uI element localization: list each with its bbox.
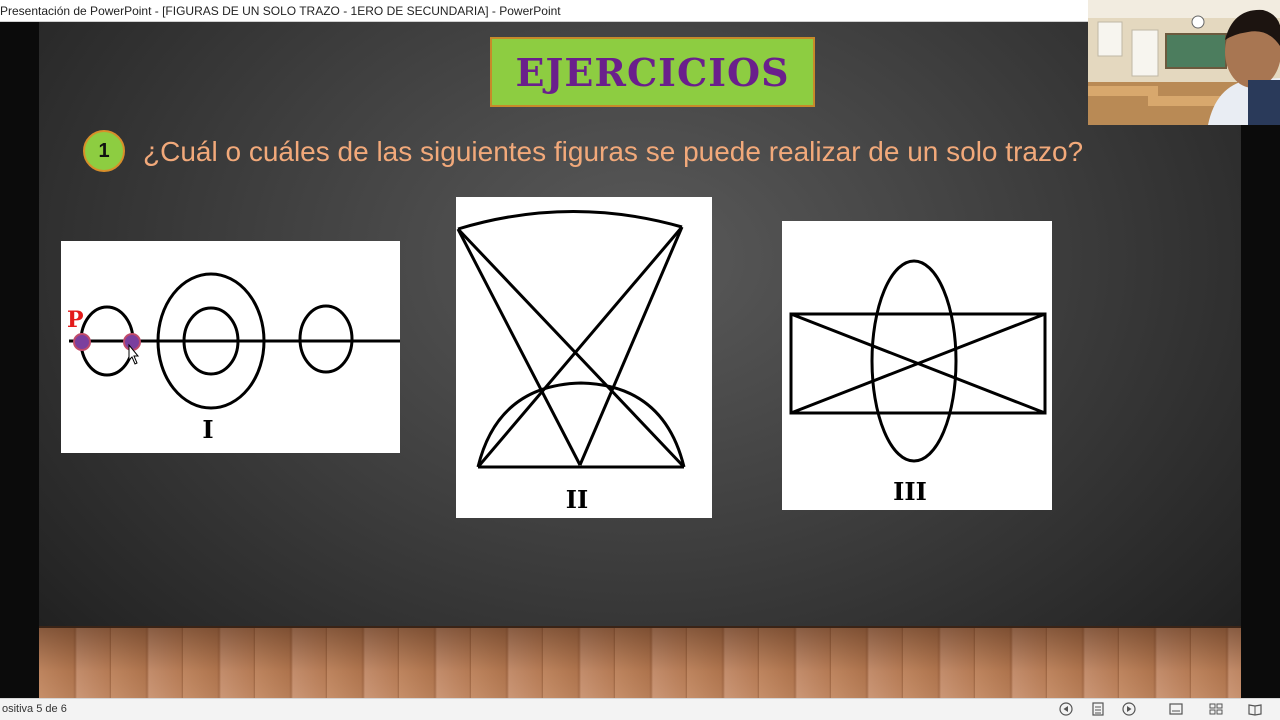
window-title: Presentación de PowerPoint - [FIGURAS DE…: [0, 4, 561, 18]
figure-three: III: [782, 221, 1052, 510]
figure-one-drawing: P I: [67, 272, 400, 444]
slide-indicator: ositiva 5 de 6: [2, 703, 67, 715]
slide-heading: EJERCICIOS: [515, 49, 790, 95]
slide-canvas: EJERCICIOS 1 ¿Cuál o cuáles de las sigui…: [39, 22, 1241, 698]
next-icon[interactable]: [1122, 702, 1136, 716]
heading-box: EJERCICIOS: [490, 37, 815, 107]
point-label: P: [67, 307, 84, 333]
figure-one-label: I: [202, 415, 213, 444]
figure-one: P I: [61, 241, 400, 453]
status-bar: ositiva 5 de 6: [0, 698, 1280, 720]
slide-sorter-icon[interactable]: [1209, 702, 1223, 716]
end-point-marker: [123, 333, 141, 351]
normal-view-icon[interactable]: [1169, 702, 1183, 716]
question-number: 1: [98, 139, 110, 162]
left-letterbox: [0, 22, 39, 698]
reading-view-icon[interactable]: [1248, 702, 1262, 716]
question-text: ¿Cuál o cuáles de las siguientes figuras…: [143, 136, 1084, 167]
wood-floor-decoration: [39, 626, 1241, 698]
figure-three-label: III: [893, 477, 927, 506]
question-number-badge: 1: [83, 130, 125, 172]
figure-two-label: II: [566, 485, 588, 514]
figure-two-drawing: II: [456, 210, 686, 514]
presenter-video-image: [1088, 0, 1280, 125]
start-point-marker: [73, 333, 91, 351]
figure-three-drawing: III: [789, 259, 1047, 506]
webcam-overlay: [1088, 0, 1280, 125]
notes-icon[interactable]: [1091, 702, 1105, 716]
figure-two: II: [456, 197, 712, 518]
previous-icon[interactable]: [1059, 702, 1073, 716]
